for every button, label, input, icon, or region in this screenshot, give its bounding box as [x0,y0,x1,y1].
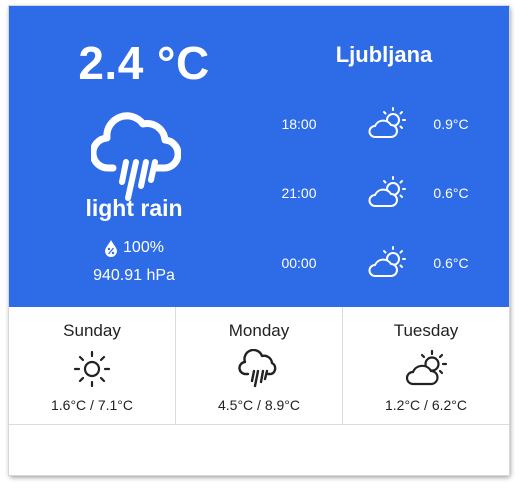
city-name: Ljubljana [335,42,433,67]
partly-cloudy-icon [404,349,448,389]
hourly-time: 18:00 [281,116,317,132]
partly-cloudy-icon [365,106,409,142]
cloud-rain-icon [237,349,281,389]
hourly-time: 21:00 [281,185,317,201]
day-forecast-sunday: Sunday 1.6°C / 7.1°C [9,307,175,424]
sun-icon [70,349,114,389]
current-condition: light rain [85,195,183,221]
day-name: Sunday [63,321,121,340]
hourly-time: 00:00 [281,255,317,271]
day-name: Tuesday [393,321,459,340]
weather-widget: 2.4 °C light rain 100% 940.91 hPa Ljublj… [9,6,509,475]
hourly-temp: 0.9°C [433,116,469,132]
pressure-value: 940.91 hPa [93,267,175,284]
day-forecast-tuesday: Tuesday 1.2°C / 6.2°C [342,307,509,424]
cloud-rain-icon [91,110,181,202]
current-temperature: 2.4 °C [78,37,210,89]
temperature-range: 1.2°C / 6.2°C [384,397,467,413]
day-forecast-monday: Monday 4.5°C / 8.9°C [175,307,342,424]
hourly-row: 21:00 0.6°C [269,173,509,213]
day-name: Monday [228,321,290,340]
hourly-row: 00:00 0.6°C [269,243,509,283]
hourly-temp: 0.6°C [433,255,469,271]
partly-cloudy-icon [365,175,409,211]
hourly-temp: 0.6°C [433,185,469,201]
temperature-range: 4.5°C / 8.9°C [217,397,300,413]
humidity: 100% [9,239,259,257]
daily-forecast: Sunday 1.6°C / 7.1°C Monday 4.5°C / 8.9°… [9,307,509,425]
temperature-range: 1.6°C / 7.1°C [50,397,133,413]
partly-cloudy-icon [365,245,409,281]
humidity-drop-icon [104,239,118,257]
humidity-value: 100% [123,239,164,256]
current-weather-panel: 2.4 °C light rain 100% 940.91 hPa Ljublj… [9,6,509,307]
hourly-row: 18:00 0.9°C [269,104,509,144]
